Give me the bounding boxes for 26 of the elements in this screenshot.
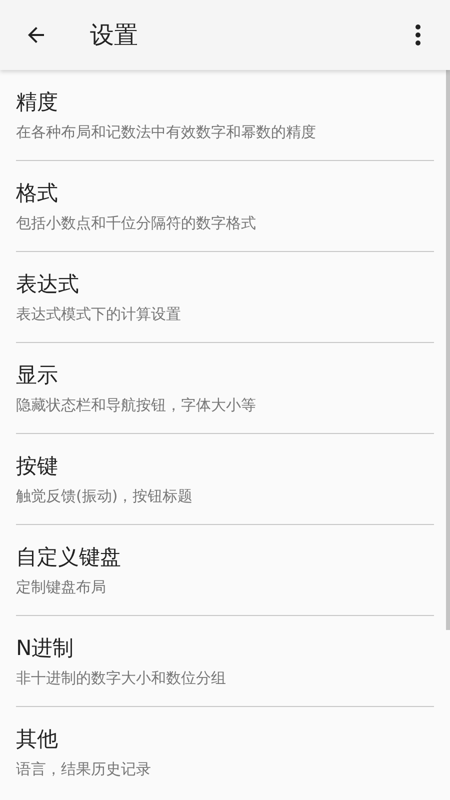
item-subtitle: 定制键盘布局 — [16, 578, 107, 596]
item-subtitle: 非十进制的数字大小和数位分组 — [16, 668, 227, 688]
item-subtitle: 包括小数点和千位分隔符的数字格式 — [16, 214, 257, 232]
item-subtitle: 语言，结果历史记录 — [16, 760, 152, 779]
settings-item[interactable]: 按键 触觉反馈(振动)，按钮标题 — [16, 434, 434, 525]
item-subtitle: 隐藏状态栏和导航按钮，字体大小等 — [16, 396, 257, 414]
settings-item[interactable]: 格式 包括小数点和千位分隔符的数字格式 — [16, 161, 434, 252]
settings-item[interactable]: 自定义键盘 定制键盘布局 — [16, 525, 434, 616]
item-title: 表达式 — [16, 270, 80, 297]
item-title: 精度 — [16, 88, 59, 115]
settings-item[interactable]: 显示 隐藏状态栏和导航按钮，字体大小等 — [16, 343, 434, 434]
item-title: 显示 — [16, 362, 59, 388]
settings-item[interactable]: N进制 非十进制的数字大小和数位分组 — [16, 616, 434, 707]
item-subtitle: 触觉反馈(振动)，按钮标题 — [16, 486, 194, 506]
page-title: 设置 — [90, 20, 138, 51]
item-title: 自定义键盘 — [16, 544, 122, 570]
settings-item[interactable]: 其他 语言，结果历史记录 — [16, 707, 434, 798]
item-title: 其他 — [16, 726, 59, 752]
item-subtitle: 在各种布局和记数法中有效数字和幂数的精度 — [16, 122, 317, 142]
settings-item[interactable]: 精度 在各种布局和记数法中有效数字和幂数的精度 — [16, 70, 434, 161]
settings-item[interactable]: 表达式 表达式模式下的计算设置 — [16, 252, 434, 343]
item-title: 格式 — [16, 180, 59, 206]
more-icon — [415, 24, 421, 46]
item-title: N进制 — [16, 634, 75, 661]
item-subtitle: 表达式模式下的计算设置 — [16, 304, 182, 324]
item-title: 按键 — [16, 452, 59, 479]
